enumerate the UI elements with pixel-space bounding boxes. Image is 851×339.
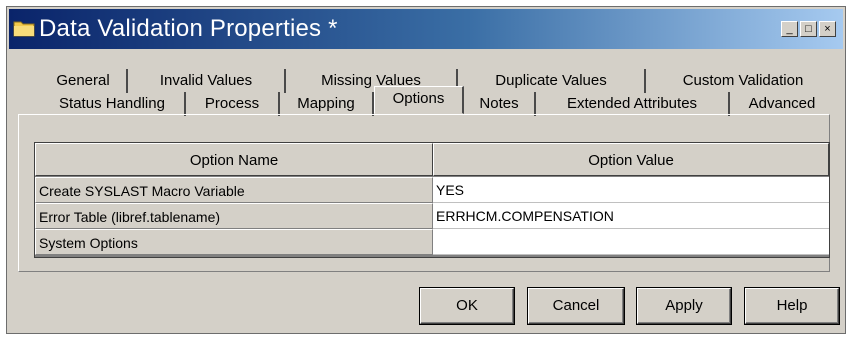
tab-notes[interactable]: Notes xyxy=(464,92,536,116)
tab-options[interactable]: Options xyxy=(374,86,464,114)
option-value-system-options[interactable] xyxy=(433,229,829,255)
tab-mapping[interactable]: Mapping xyxy=(280,92,374,116)
options-table: Option Name Option Value Create SYSLAST … xyxy=(34,142,830,258)
option-value-error-table[interactable]: ERRHCM.COMPENSATION xyxy=(433,203,829,229)
option-name-create-syslast: Create SYSLAST Macro Variable xyxy=(35,177,433,203)
maximize-button[interactable]: □ xyxy=(800,21,817,37)
tab-duplicate-values[interactable]: Duplicate Values xyxy=(458,69,646,93)
tab-invalid-values[interactable]: Invalid Values xyxy=(128,69,286,93)
apply-button[interactable]: Apply xyxy=(637,288,731,324)
window-controls: _ □ × xyxy=(781,21,839,39)
option-name-system-options: System Options xyxy=(35,229,433,255)
column-header-option-name[interactable]: Option Name xyxy=(35,143,433,176)
tab-process[interactable]: Process xyxy=(186,92,280,116)
close-button[interactable]: × xyxy=(819,21,836,37)
tab-extended-attributes[interactable]: Extended Attributes xyxy=(536,92,730,116)
cancel-button[interactable]: Cancel xyxy=(528,288,624,324)
window-title: Data Validation Properties * xyxy=(39,15,338,42)
option-value-create-syslast[interactable]: YES xyxy=(433,177,829,203)
option-name-error-table: Error Table (libref.tablename) xyxy=(35,203,433,229)
tab-advanced[interactable]: Advanced xyxy=(730,92,834,116)
title-bar[interactable]: Data Validation Properties * _ □ × xyxy=(9,9,843,49)
ok-button[interactable]: OK xyxy=(420,288,514,324)
column-header-option-value[interactable]: Option Value xyxy=(433,143,829,176)
tab-general[interactable]: General xyxy=(40,69,128,93)
minimize-button[interactable]: _ xyxy=(781,21,798,37)
help-button[interactable]: Help xyxy=(745,288,839,324)
tab-status-handling[interactable]: Status Handling xyxy=(40,92,186,116)
folder-icon xyxy=(13,21,35,37)
tab-custom-validation[interactable]: Custom Validation xyxy=(646,69,840,93)
